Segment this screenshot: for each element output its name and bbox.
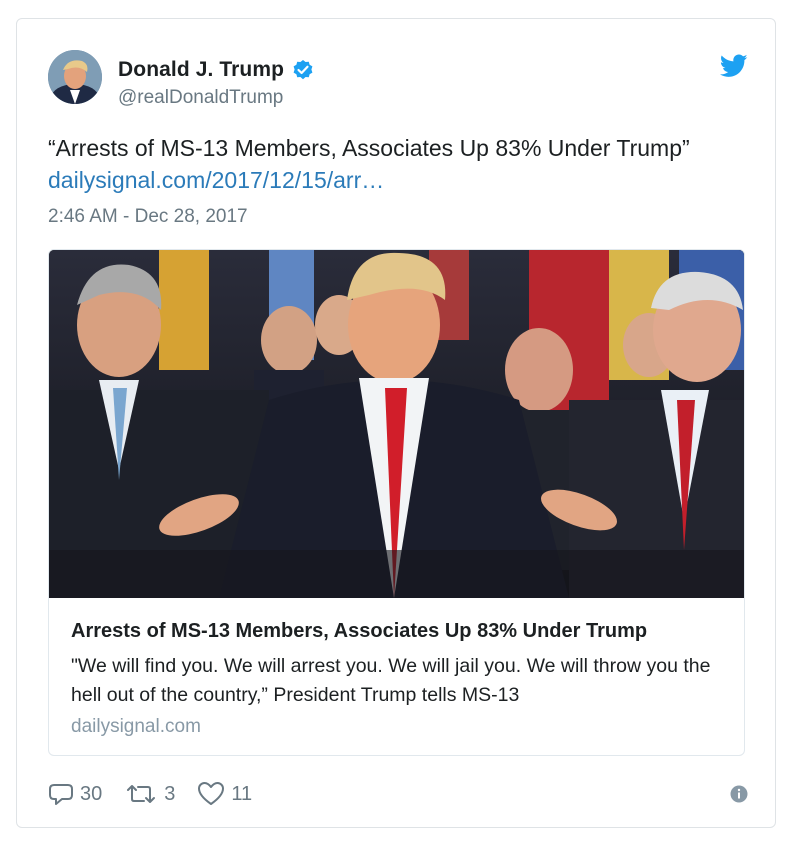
card-image[interactable] <box>49 250 744 598</box>
tweet-text: “Arrests of MS-13 Members, Associates Up… <box>48 132 748 196</box>
news-photo-icon <box>49 250 744 598</box>
heart-icon <box>198 782 225 805</box>
like-action[interactable]: 11 <box>197 781 252 807</box>
link-preview-card[interactable]: Arrests of MS-13 Members, Associates Up … <box>48 249 745 756</box>
verified-badge-icon <box>292 59 314 81</box>
tweet-header: Donald J. Trump @realDonaldTrump <box>48 50 748 110</box>
retweet-action[interactable]: 3 <box>124 782 175 806</box>
info-icon[interactable] <box>730 785 748 803</box>
tweet-card: Donald J. Trump @realDonaldTrump “Arrest… <box>16 18 776 828</box>
card-description: "We will find you. We will arrest you. W… <box>71 655 711 706</box>
retweet-icon <box>127 785 156 803</box>
retweet-count: 3 <box>164 782 176 805</box>
display-name[interactable]: Donald J. Trump <box>118 58 284 82</box>
user-block: Donald J. Trump @realDonaldTrump <box>118 57 314 109</box>
timestamp[interactable]: 2:46 AM - Dec 28, 2017 <box>48 206 248 228</box>
avatar[interactable] <box>48 50 102 104</box>
card-title[interactable]: Arrests of MS-13 Members, Associates Up … <box>71 618 721 644</box>
display-name-row: Donald J. Trump <box>118 57 314 83</box>
tweet-body: “Arrests of MS-13 Members, Associates Up… <box>48 135 690 161</box>
twitter-logo-icon[interactable] <box>719 54 748 78</box>
tweet-link[interactable]: dailysignal.com/2017/12/15/arr… <box>48 164 748 196</box>
reply-action[interactable]: 30 <box>48 781 102 807</box>
user-handle[interactable]: @realDonaldTrump <box>118 87 314 109</box>
like-count: 11 <box>231 782 253 805</box>
card-text: Arrests of MS-13 Members, Associates Up … <box>71 618 721 738</box>
tweet-actions: 30 3 11 <box>48 779 748 809</box>
reply-count: 30 <box>80 782 103 805</box>
profile-photo-icon <box>48 50 102 104</box>
card-domain: dailysignal.com <box>71 716 201 737</box>
reply-icon <box>49 784 73 805</box>
